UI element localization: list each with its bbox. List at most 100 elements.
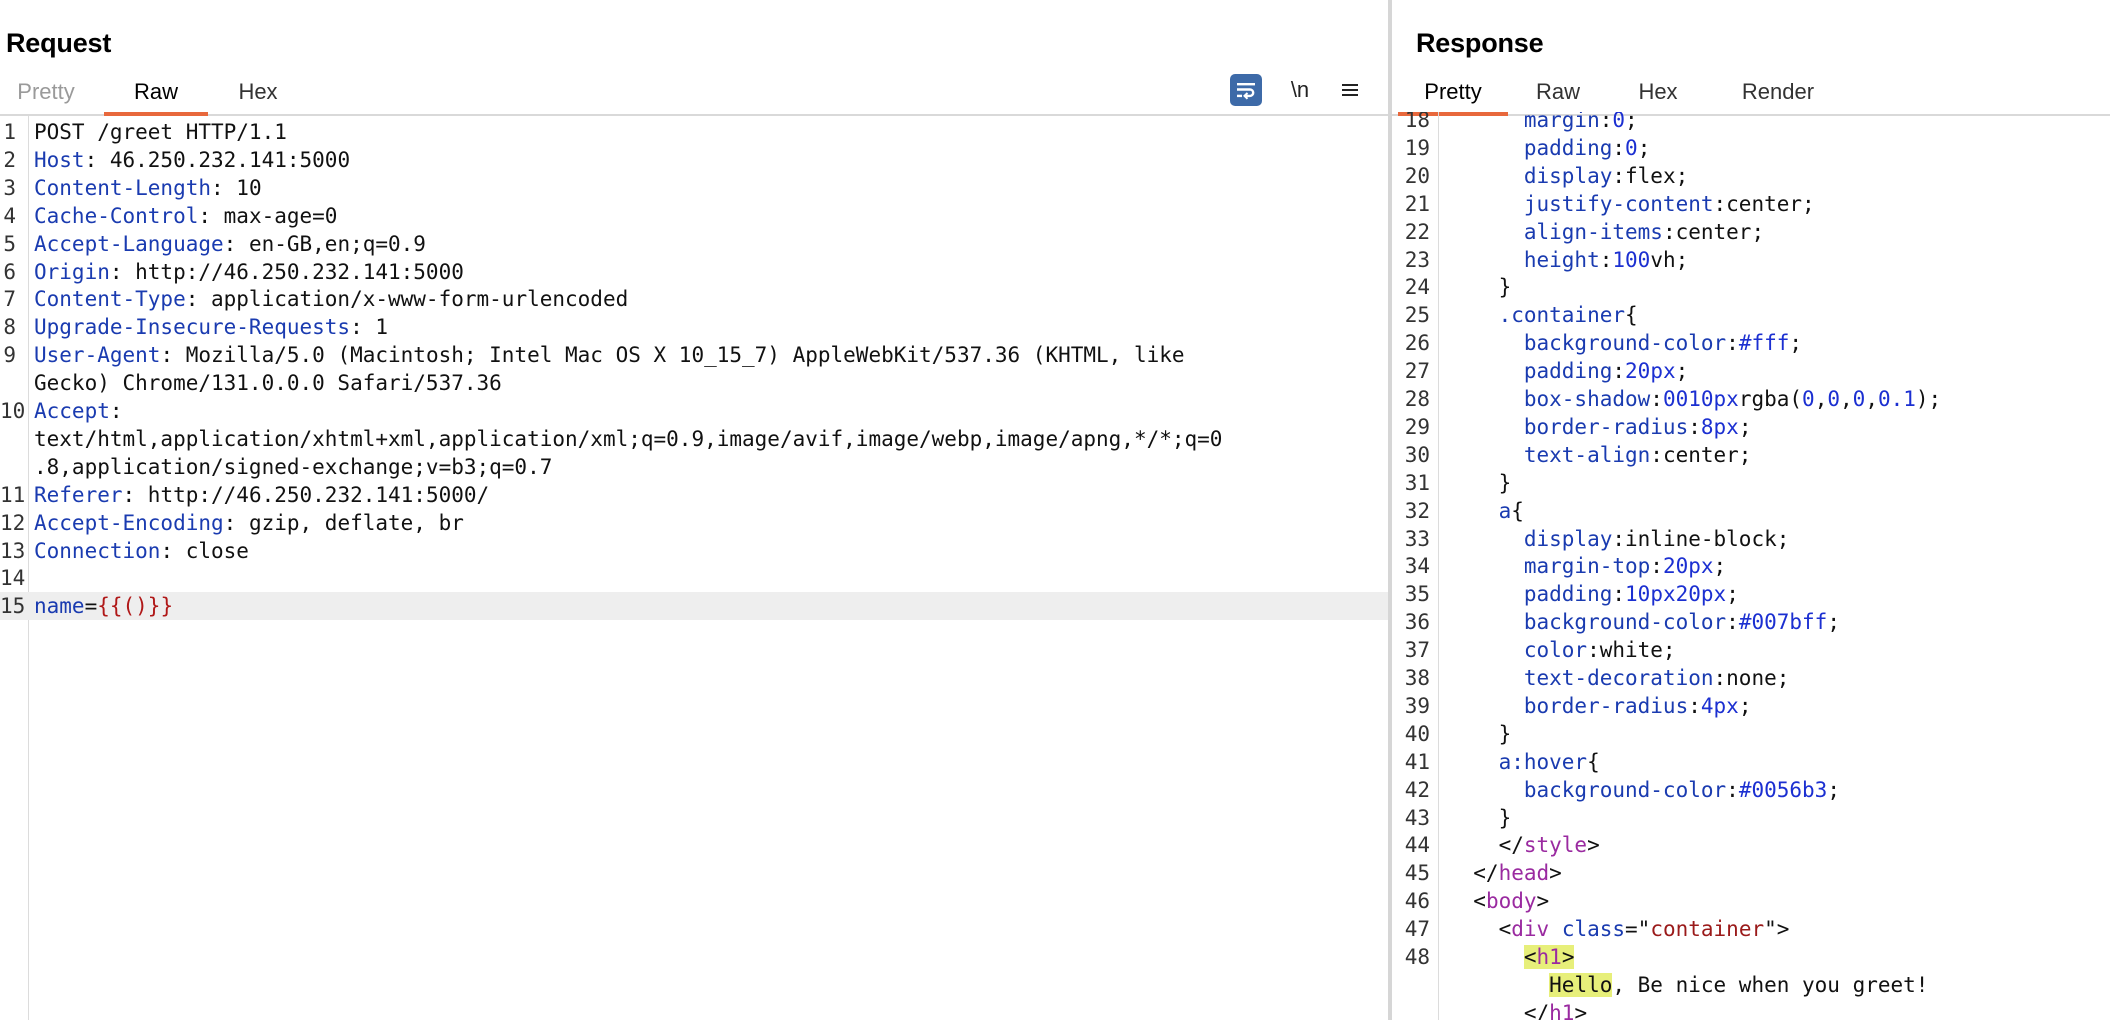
code-token: }	[1448, 470, 1512, 495]
code-text: a:hover{	[1448, 748, 1600, 776]
code-token: {	[1587, 749, 1600, 774]
code-token: ,	[1865, 387, 1878, 411]
request-tab-raw[interactable]: Raw	[104, 74, 208, 116]
code-token: 0	[1625, 135, 1638, 160]
line-number: 9	[3, 343, 16, 368]
code-token: margin	[1523, 112, 1600, 132]
code-text: Hello, Be nice when you greet!	[1448, 971, 1928, 999]
code-token: :	[1688, 414, 1701, 439]
show-newlines-button[interactable]: \n	[1284, 74, 1316, 106]
code-token: ;	[1625, 112, 1638, 132]
code-token: vh;	[1650, 247, 1689, 272]
code-text: padding:10px20px;	[1448, 580, 1739, 608]
response-code-line: 19 padding:0;	[1392, 134, 2110, 162]
code-token: height	[1523, 247, 1600, 272]
line-number: 32	[1404, 498, 1430, 523]
response-code-line: 46 <body>	[1392, 887, 2110, 915]
code-token: >	[1561, 945, 1575, 969]
code-text: <body>	[1448, 887, 1549, 915]
code-token: );	[1915, 387, 1942, 411]
code-token: 4px	[1700, 693, 1739, 718]
request-code-line: .8,application/signed-exchange;v=b3;q=0.…	[0, 453, 1388, 481]
code-token: padding	[1523, 359, 1613, 384]
code-text: Accept-Language: en-GB,en;q=0.9	[34, 230, 426, 258]
response-tabs: Pretty Raw Hex Render	[1392, 74, 2110, 116]
response-pane: Response Pretty Raw Hex Render 18 margin…	[1392, 0, 2110, 1020]
code-token: Accept-Language	[34, 231, 224, 256]
code-token: 0	[1827, 387, 1840, 411]
code-token: Referer	[34, 482, 123, 507]
response-tab-render[interactable]: Render	[1728, 74, 1828, 114]
request-code-line: 14	[0, 564, 1388, 592]
line-number: 26	[1404, 331, 1430, 356]
line-number: 37	[1404, 638, 1430, 663]
line-number: 38	[1404, 666, 1430, 690]
code-text: color:white;	[1448, 636, 1676, 664]
line-number: 31	[1404, 470, 1430, 495]
code-token: ;	[1738, 693, 1752, 718]
code-token: :	[1650, 387, 1663, 411]
code-token: {{()}}	[97, 594, 174, 619]
code-token: color	[1523, 638, 1588, 663]
line-number: 46	[1404, 889, 1430, 914]
code-text: }	[1448, 469, 1512, 497]
code-text: display:inline-block;	[1448, 525, 1790, 553]
request-code-line: 13 Connection: close	[0, 537, 1388, 565]
code-token: 0	[1612, 112, 1626, 132]
code-token: : Mozilla/5.0 (Macintosh; Intel Mac OS X…	[160, 343, 1185, 368]
wrap-text-button[interactable]	[1230, 74, 1262, 106]
code-text: Accept:	[34, 397, 123, 425]
burp-repeater-view: Request Pretty Raw Hex \n 1POST /greet	[0, 0, 2110, 1020]
code-token: : http://46.250.232.141:5000/	[122, 482, 490, 507]
wrap-text-icon	[1237, 83, 1255, 100]
code-token: background-color	[1523, 777, 1727, 802]
request-editor[interactable]: 1 POST /greet HTTP/1.1 2 Host: 46.250.232.1…	[0, 116, 1388, 1020]
response-editor[interactable]: 18 margin:0; 19 padding:0; 20 display:flex…	[1392, 112, 2110, 1020]
code-text: .8,application/signed-exchange;v=b3;q=0.…	[34, 453, 552, 481]
code-token: h1	[1536, 945, 1562, 969]
code-text: Content-Type: application/x-www-form-url…	[34, 285, 628, 313]
code-token: box-shadow	[1523, 387, 1651, 411]
response-code-line: </h1>	[1392, 999, 2110, 1020]
request-tab-pretty[interactable]: Pretty	[6, 74, 86, 114]
line-number: 35	[1404, 582, 1430, 607]
request-tab-hex[interactable]: Hex	[218, 74, 298, 114]
code-text: Content-Length: 10	[34, 174, 262, 202]
response-tab-hex[interactable]: Hex	[1618, 74, 1698, 114]
code-token: User-Agent	[34, 343, 161, 368]
code-token: 0	[1802, 387, 1815, 411]
menu-button[interactable]	[1334, 74, 1366, 106]
code-token: ,	[1840, 387, 1853, 411]
code-text: text-decoration:none;	[1448, 664, 1790, 692]
code-token: border-radius	[1523, 693, 1689, 718]
line-number: 41	[1404, 749, 1430, 774]
response-tab-raw[interactable]: Raw	[1518, 74, 1598, 114]
code-text: border-radius:8px;	[1448, 413, 1752, 441]
code-token: , Be nice when you greet!	[1612, 972, 1929, 997]
code-token: ,	[1814, 387, 1828, 411]
code-text: }	[1448, 720, 1512, 748]
code-token: margin-top	[1523, 554, 1651, 579]
code-token: Gecko) Chrome/131.0.0.0 Safari/537.36	[34, 371, 502, 396]
response-code-line: 29 border-radius:8px;	[1392, 413, 2110, 441]
response-code-line: 33 display:inline-block;	[1392, 525, 2110, 553]
code-token: body	[1485, 889, 1537, 914]
code-token: </	[1448, 1000, 1550, 1020]
request-code-line: 11 Referer: http://46.250.232.141:5000/	[0, 481, 1388, 509]
code-token: :	[1650, 554, 1663, 579]
code-token: 20px	[1625, 359, 1676, 384]
code-token: background-color	[1523, 610, 1727, 635]
code-token: :center;	[1713, 191, 1815, 216]
response-code-line: 40 }	[1392, 720, 2110, 748]
response-tab-pretty[interactable]: Pretty	[1398, 74, 1508, 116]
line-number: 13	[0, 538, 26, 563]
code-token: container	[1650, 917, 1765, 942]
